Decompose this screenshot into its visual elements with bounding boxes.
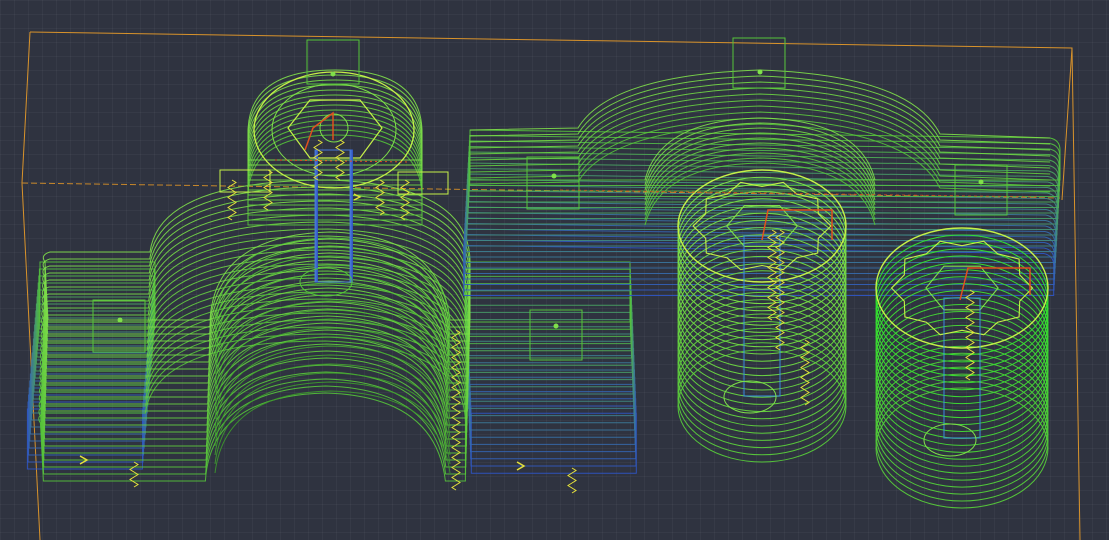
left-bracket-foot-right-layer [467, 333, 634, 395]
bolt-hole-icon [319, 113, 349, 143]
left-bracket-foot-right-layer [469, 369, 635, 431]
knob-layer [875, 283, 1049, 405]
seam-dot [978, 179, 984, 185]
knob-layer [875, 359, 1049, 481]
left-bracket-foot-right-layer [466, 304, 633, 366]
left-bracket-foot-right-layer [465, 283, 632, 345]
left-bracket-foot-right-layer [468, 362, 635, 424]
knob-layer [875, 297, 1049, 419]
bbox-left-edge [21, 31, 41, 540]
left-bracket-foot-right-layer [469, 391, 636, 453]
bbox-right-edge [1061, 47, 1073, 201]
knob-bore [743, 235, 781, 397]
left-bracket-foot-right-layer [470, 405, 637, 467]
left-bracket-foot-right-layer [465, 275, 632, 337]
wipe-zigzag [767, 229, 777, 321]
knob-layer [875, 373, 1049, 495]
seam-box [306, 39, 360, 85]
left-bracket-foot-right-layer [468, 355, 635, 417]
knob-layer [875, 366, 1049, 488]
left-bracket-foot-right-layer [469, 383, 636, 445]
knob-bottom [923, 423, 977, 457]
3d-print-preview-viewport[interactable] [0, 0, 1109, 540]
knob-layer [875, 262, 1049, 384]
left-bracket-foot-right-layer [469, 376, 636, 438]
left-bracket-foot-right-layer [468, 347, 635, 409]
left-bracket-boss-layer [247, 94, 423, 186]
left-bracket-foot-right-layer [470, 398, 637, 460]
knob-layer [875, 324, 1049, 446]
right-bracket-slab-layer [464, 217, 1056, 269]
left-bracket-toolpath[interactable] [26, 39, 637, 482]
right-bracket-arch-top-layer [469, 87, 1051, 157]
seam-dot [553, 323, 559, 329]
knob-layer [875, 380, 1049, 502]
knob-large-toolpath[interactable] [677, 169, 847, 463]
seam-dot [117, 317, 123, 323]
left-bracket-foot-right-layer [465, 290, 632, 352]
hex-socket-icon [925, 265, 999, 311]
knob-small-toolpath[interactable] [875, 227, 1049, 509]
build-volume-box [21, 31, 1081, 540]
left-bracket-foot-left-layer [39, 261, 156, 323]
seam-dot [551, 173, 557, 179]
knob-layer [875, 331, 1049, 453]
seam-box [732, 37, 786, 89]
left-bracket-foot-right-layer [466, 311, 633, 373]
left-bracket-foot-right-layer [467, 340, 634, 402]
seam-dot [757, 69, 763, 75]
knob-layer [875, 304, 1049, 426]
wipe-zigzag [965, 289, 975, 381]
left-flange [219, 169, 271, 193]
knob-layer [875, 345, 1049, 467]
seam-box [529, 309, 583, 361]
toolpath-scene[interactable] [0, 0, 1109, 540]
knob-layer [875, 387, 1049, 509]
knob-layer [875, 290, 1049, 412]
left-bracket-foot-right-layer [467, 326, 634, 388]
knob-layer [875, 241, 1049, 363]
left-bracket-foot-right-layer [464, 268, 631, 330]
knob-layer [875, 310, 1049, 432]
hex-nut-icon [287, 99, 383, 159]
left-bracket-foot-right-layer [470, 412, 637, 474]
knob-layer [875, 248, 1049, 370]
left-bracket-foot-right-layer [464, 261, 631, 323]
knob-layer [875, 338, 1049, 460]
left-bracket-foot-right-layer [466, 297, 632, 359]
seam-dot [330, 71, 336, 77]
knob-layer [875, 352, 1049, 474]
left-bracket-foot-right-layer [466, 319, 633, 381]
left-bracket-boss-layer [247, 99, 423, 191]
knob-layer [875, 317, 1049, 439]
wipe-zigzag [567, 467, 577, 494]
